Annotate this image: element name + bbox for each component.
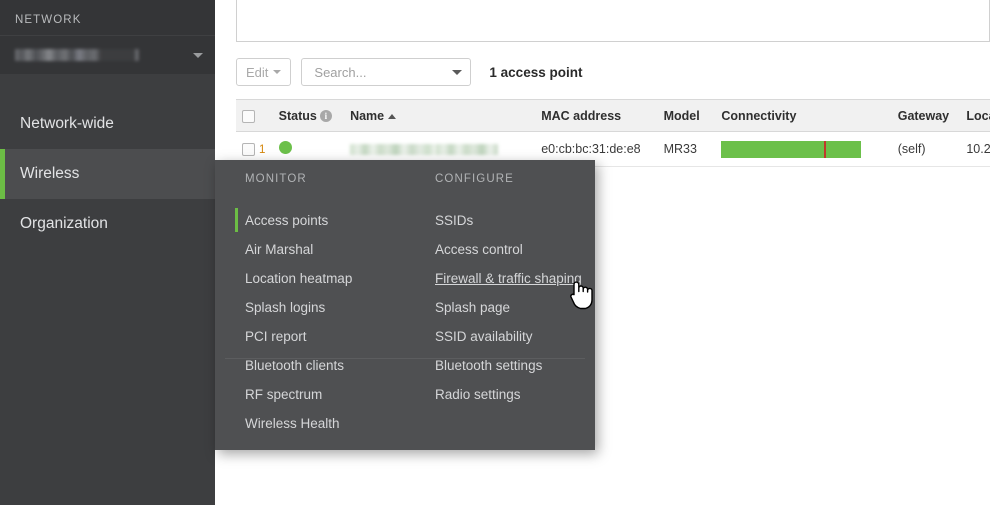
cell-model: MR33: [657, 131, 716, 167]
menu-items-configure: SSIDs Access control Firewall & traffic …: [435, 199, 595, 409]
menu-item-wireless-health[interactable]: Wireless Health: [245, 409, 405, 438]
menu-item-radio-settings[interactable]: Radio settings: [435, 380, 595, 409]
wireless-dropdown-menu: MONITOR Access points Air Marshal Locati…: [215, 160, 595, 450]
chevron-down-icon: [193, 52, 203, 58]
menu-item-label: Access control: [435, 242, 523, 257]
menu-item-rf-spectrum[interactable]: RF spectrum: [245, 380, 405, 409]
menu-item-label: Radio settings: [435, 387, 521, 402]
column-header-gateway-label: Gateway: [897, 108, 950, 123]
table-toolbar: Edit 1 access point: [236, 58, 582, 86]
chevron-down-icon[interactable]: [452, 69, 463, 75]
connectivity-bar: [721, 140, 862, 158]
cell-connectivity: [715, 131, 892, 167]
menu-item-access-points[interactable]: Access points: [235, 206, 405, 235]
menu-item-label: Access points: [245, 213, 329, 228]
menu-item-pci-report[interactable]: PCI report: [245, 322, 405, 351]
menu-item-label: Splash page: [435, 300, 511, 315]
active-indicator-bar: [235, 208, 238, 232]
column-header-connectivity-label: Connectivity: [721, 108, 797, 123]
status-dot-online-icon: [278, 141, 292, 154]
menu-item-splash-logins[interactable]: Splash logins: [245, 293, 405, 322]
column-header-model[interactable]: Model: [657, 99, 716, 132]
chevron-down-icon: [273, 70, 282, 74]
menu-item-bluetooth-clients[interactable]: Bluetooth clients: [245, 351, 405, 380]
sidebar-item-label: Organization: [20, 215, 108, 232]
menu-column-heading: CONFIGURE: [435, 173, 514, 185]
menu-item-label: PCI report: [245, 329, 307, 344]
menu-item-label: Location heatmap: [245, 271, 353, 286]
menu-columns: MONITOR Access points Air Marshal Locati…: [215, 160, 595, 438]
menu-item-label: Splash logins: [245, 300, 326, 315]
sidebar-spacer: [0, 74, 215, 99]
select-all-header: [236, 99, 273, 132]
column-header-local[interactable]: Local: [960, 99, 990, 132]
search-box[interactable]: [301, 58, 472, 86]
menu-item-label: Bluetooth clients: [245, 358, 345, 373]
sidebar-item-network-wide[interactable]: Network-wide: [0, 99, 215, 149]
edit-button-label: Edit: [246, 64, 269, 80]
access-points-table: Status i Name MAC address Model Connectiv…: [236, 99, 990, 167]
info-icon[interactable]: i: [319, 109, 332, 122]
sort-ascending-icon: [388, 113, 397, 119]
menu-item-access-control[interactable]: Access control: [435, 235, 595, 264]
menu-item-splash-page[interactable]: Splash page: [435, 293, 595, 322]
column-header-mac-label: MAC address: [541, 108, 622, 123]
column-header-local-label: Local: [966, 108, 990, 123]
menu-item-ssid-availability[interactable]: SSID availability: [435, 322, 595, 351]
connectivity-outage-marker: [824, 140, 827, 158]
menu-item-location-heatmap[interactable]: Location heatmap: [245, 264, 405, 293]
column-header-name-label: Name: [350, 108, 385, 123]
column-header-name[interactable]: Name: [344, 99, 536, 132]
table-header-row: Status i Name MAC address Model Connectiv…: [236, 99, 990, 132]
sidebar-item-organization[interactable]: Organization: [0, 199, 215, 249]
cell-local: 10.26: [960, 131, 990, 167]
menu-item-label: Air Marshal: [245, 242, 314, 257]
column-header-connectivity[interactable]: Connectivity: [715, 99, 892, 132]
menu-items-monitor: Access points Air Marshal Location heatm…: [235, 199, 405, 438]
menu-item-label: RF spectrum: [245, 387, 323, 402]
menu-item-ssids[interactable]: SSIDs: [435, 206, 595, 235]
edit-button[interactable]: Edit: [236, 58, 292, 86]
network-name-redacted: [15, 49, 139, 61]
column-header-mac-address[interactable]: MAC address: [535, 99, 658, 132]
menu-column-configure: CONFIGURE SSIDs Access control Firewall …: [405, 173, 595, 438]
menu-item-firewall-traffic-shaping[interactable]: Firewall & traffic shaping: [435, 264, 595, 293]
access-point-name-redacted: [350, 144, 499, 156]
select-all-checkbox[interactable]: [242, 109, 255, 123]
table-header: Status i Name MAC address Model Connectiv…: [236, 99, 990, 132]
sidebar-item-label: Network-wide: [20, 115, 114, 132]
menu-item-label: SSIDs: [435, 213, 474, 228]
cell-gateway: (self): [891, 131, 961, 167]
menu-item-air-marshal[interactable]: Air Marshal: [245, 235, 405, 264]
column-header-model-label: Model: [663, 108, 700, 123]
sidebar: NETWORK Network-wide Wireless Organizati…: [0, 0, 215, 505]
menu-item-label: Firewall & traffic shaping: [435, 271, 582, 286]
summary-panel: [236, 0, 990, 42]
sidebar-section-label: NETWORK: [0, 0, 215, 35]
menu-item-label: Wireless Health: [245, 416, 340, 431]
column-header-status-label: Status: [278, 108, 317, 123]
sidebar-item-wireless[interactable]: Wireless: [0, 149, 215, 199]
sidebar-item-label: Wireless: [20, 165, 80, 182]
menu-item-label: SSID availability: [435, 329, 533, 344]
menu-column-heading: MONITOR: [245, 173, 307, 185]
column-header-status[interactable]: Status i: [272, 99, 345, 132]
column-header-gateway[interactable]: Gateway: [891, 99, 961, 132]
menu-item-bluetooth-settings[interactable]: Bluetooth settings: [435, 351, 595, 380]
row-index: 1: [259, 143, 266, 156]
menu-column-monitor: MONITOR Access points Air Marshal Locati…: [215, 173, 405, 438]
row-checkbox[interactable]: [242, 143, 255, 157]
access-point-count: 1 access point: [489, 64, 583, 80]
search-input[interactable]: [312, 63, 447, 81]
network-selector[interactable]: [0, 35, 215, 74]
menu-item-label: Bluetooth settings: [435, 358, 543, 373]
